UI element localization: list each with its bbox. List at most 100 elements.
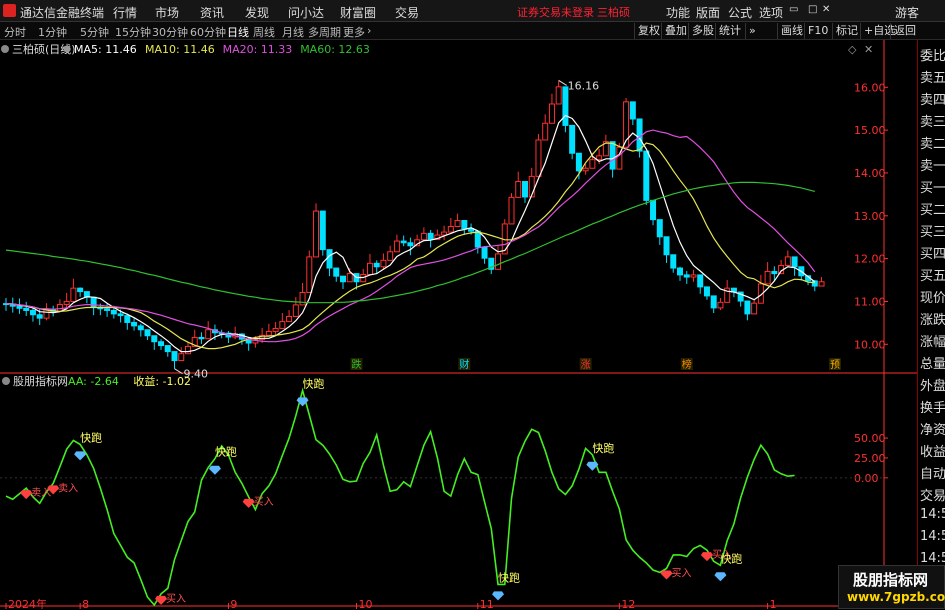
candle-body: [124, 315, 131, 323]
sidebar-item[interactable]: 现价: [920, 287, 945, 306]
tongji-button[interactable]: 统计: [715, 23, 744, 39]
sidebar-item[interactable]: 净资: [920, 419, 945, 438]
close-icon[interactable]: ✕: [822, 4, 830, 15]
expand-icon[interactable]: »: [745, 23, 759, 39]
menu-shichang[interactable]: 市场: [155, 4, 179, 21]
tf-15min[interactable]: 15分钟: [115, 24, 151, 40]
candle-body: [508, 196, 515, 225]
menu-hangqing[interactable]: 行情: [113, 4, 137, 21]
signal-label: 快跑: [592, 441, 614, 455]
indicator-toggle-icon: [63, 45, 71, 53]
sidebar-item[interactable]: 收益: [920, 441, 945, 460]
x-tick-label: 1: [770, 598, 777, 609]
sidebar-item[interactable]: 委比: [920, 45, 945, 64]
menu-xuanxiang[interactable]: 选项: [759, 4, 783, 21]
candle-body: [495, 253, 502, 270]
blue-gem-icon: [208, 465, 221, 475]
x-tick-label: 11: [480, 598, 494, 609]
sidebar-item[interactable]: 外盘: [920, 375, 945, 394]
back-button[interactable]: 返回: [890, 23, 919, 39]
sidebar-item[interactable]: 买五: [920, 265, 945, 284]
sidebar-item[interactable]: 自动: [920, 463, 945, 482]
signal-label: 快跑: [303, 376, 325, 390]
candle-body: [400, 240, 407, 244]
menu-caifuquan[interactable]: 财富圈: [340, 4, 376, 21]
candle-body: [380, 259, 387, 268]
tf-multi[interactable]: 多周期: [308, 24, 341, 40]
menu-faxian[interactable]: 发现: [245, 4, 269, 21]
menu-gongshi[interactable]: 公式: [728, 4, 752, 21]
candle-body: [609, 141, 616, 170]
ma-legend-ma20: MA20: 11.33: [223, 43, 293, 56]
tf-60min[interactable]: 60分钟: [190, 24, 226, 40]
chart-area[interactable]: 10.0011.0012.0013.0014.0015.0016.000.002…: [0, 40, 917, 609]
sidebar-item[interactable]: 总量: [920, 353, 945, 372]
sidebar-item[interactable]: 换手: [920, 397, 945, 416]
sidebar-item[interactable]: 卖三: [920, 111, 945, 130]
sidebar-item[interactable]: 卖一: [920, 155, 945, 174]
biaoji-button[interactable]: 标记: [832, 23, 861, 39]
f10-button[interactable]: F10: [804, 23, 831, 39]
sidebar-item[interactable]: 卖二: [920, 133, 945, 152]
menu-wenxiaoda[interactable]: 问小达: [288, 4, 324, 21]
candle-body: [697, 274, 704, 288]
tf-daily[interactable]: 日线: [227, 24, 249, 40]
y-tick-label: 12.00: [854, 253, 886, 266]
stock-name-header: 三柏硕: [597, 6, 630, 19]
tf-1min[interactable]: 1分钟: [38, 24, 67, 40]
candle-body: [521, 181, 528, 198]
sidebar-item[interactable]: 14:56: [920, 507, 945, 522]
fuquan-button[interactable]: 复权: [634, 23, 663, 39]
tf-monthly[interactable]: 月线: [282, 24, 304, 40]
tf-30min[interactable]: 30分钟: [152, 24, 188, 40]
sidebar-item[interactable]: 14:56: [920, 551, 945, 566]
sidebar-item[interactable]: 涨跌: [920, 309, 945, 328]
tf-weekly[interactable]: 周线: [253, 24, 275, 40]
candle-body: [542, 122, 549, 141]
diejia-button[interactable]: 叠加: [661, 23, 690, 39]
huaxian-button[interactable]: 画线: [777, 23, 806, 39]
candle-body: [677, 267, 683, 276]
sidebar-item[interactable]: 买二: [920, 199, 945, 218]
candle-body: [650, 199, 657, 221]
maximize-icon[interactable]: □: [808, 4, 817, 15]
menu-zixun[interactable]: 资讯: [200, 4, 224, 21]
x-tick-label: 9: [230, 598, 237, 609]
duogu-button[interactable]: 多股: [688, 23, 717, 39]
signal-label: 快跑: [80, 430, 102, 444]
sidebar-item[interactable]: 买三: [920, 221, 945, 240]
tf-more-chevron-icon[interactable]: ›: [367, 24, 371, 37]
sidebar-item[interactable]: 涨幅: [920, 331, 945, 350]
sidebar-item[interactable]: 14:56: [920, 529, 945, 544]
candle-body: [663, 236, 670, 256]
sidebar-item[interactable]: 买一: [920, 177, 945, 196]
tf-5min[interactable]: 5分钟: [80, 24, 109, 40]
candle-body: [299, 291, 306, 306]
tf-fenshi[interactable]: 分时: [4, 24, 26, 40]
candle-body: [110, 309, 117, 315]
menu-banmian[interactable]: 版面: [696, 4, 720, 21]
signal-label: 买入: [254, 496, 274, 508]
sidebar-item[interactable]: 卖四: [920, 89, 945, 108]
tf-more[interactable]: 更多: [343, 24, 365, 40]
candle-body: [77, 287, 84, 293]
candle-body: [279, 321, 286, 329]
candle-body: [555, 86, 562, 105]
candle-body: [387, 251, 394, 261]
candle-body: [326, 249, 333, 269]
menu-youke[interactable]: 游客: [895, 4, 919, 21]
menu-gongneng[interactable]: 功能: [666, 4, 690, 21]
candle-body: [515, 181, 522, 198]
minimize-icon[interactable]: ▭: [789, 4, 798, 15]
x-tick-label: 8: [82, 598, 89, 609]
event-marker: 财: [459, 358, 469, 371]
sidebar-item[interactable]: 交易: [920, 485, 945, 504]
candle-body: [629, 101, 636, 120]
candle-body: [393, 240, 400, 253]
sidebar-item[interactable]: 买四: [920, 243, 945, 262]
candle-body: [131, 321, 138, 327]
candle-body: [373, 262, 380, 268]
sidebar-item[interactable]: 卖五: [920, 67, 945, 86]
signal-label: 快跑: [215, 445, 237, 459]
menu-jiaoyi[interactable]: 交易: [395, 4, 419, 21]
